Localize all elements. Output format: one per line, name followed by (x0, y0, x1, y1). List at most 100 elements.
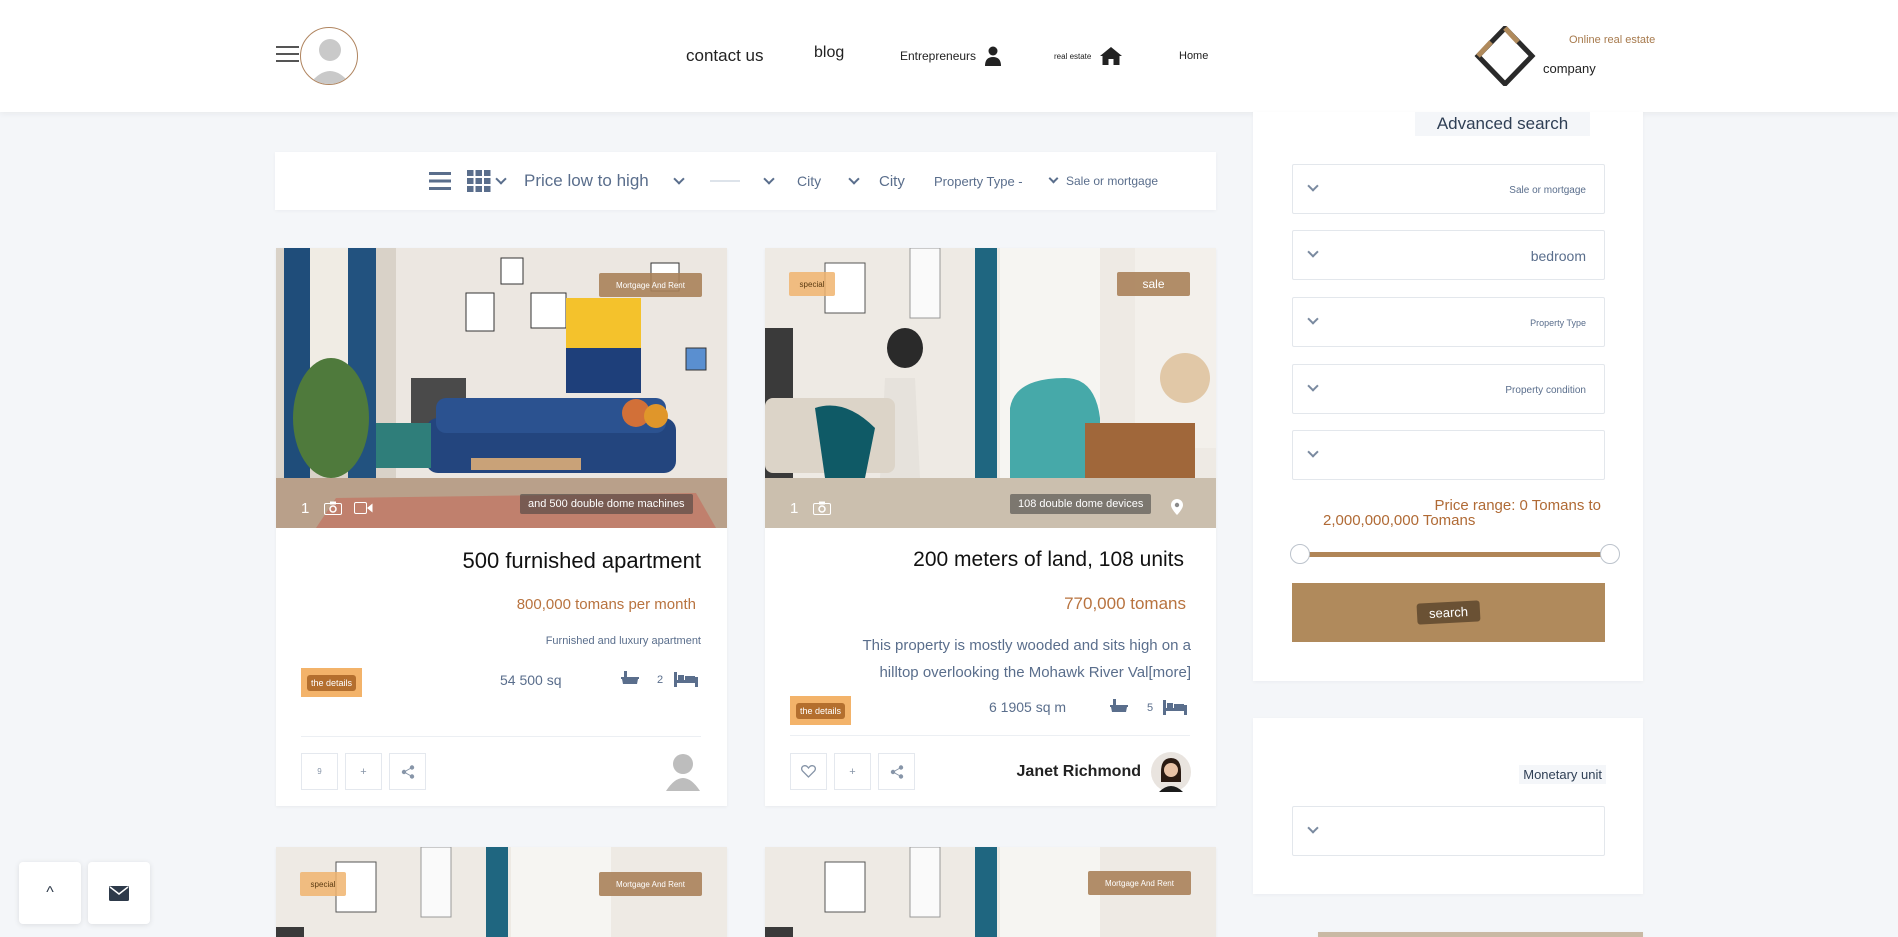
monetary-unit-select[interactable] (1292, 806, 1605, 856)
chevron-down-icon (1307, 180, 1319, 192)
user-icon (985, 46, 1002, 66)
company-logo[interactable] (1474, 24, 1536, 91)
listing-toolbar: Price low to high City City Property Typ… (275, 152, 1216, 210)
extra-filter[interactable] (1292, 430, 1605, 480)
listing-badge: Mortgage And Rent (599, 273, 702, 297)
like-count: 9 (317, 767, 322, 776)
monetary-unit-label: Monetary unit (1519, 765, 1606, 784)
agent-avatar[interactable] (664, 751, 702, 791)
city-select[interactable]: City (797, 152, 821, 210)
share-icon (401, 764, 414, 779)
photo-count: 1 (790, 500, 799, 517)
nav-contact-us[interactable]: contact us (686, 0, 764, 112)
agent-avatar[interactable] (1151, 752, 1191, 792)
listing-card[interactable]: special Mortgage And Rent (276, 847, 727, 937)
listing-photo[interactable]: special sale 1 108 double dome devices (765, 248, 1216, 528)
bed-icon (674, 672, 698, 687)
sale-or-mortgage-filter[interactable]: Sale or mortgage (1292, 164, 1605, 214)
menu-icon[interactable] (276, 46, 299, 63)
city-select-2[interactable]: City (879, 152, 905, 210)
search-button[interactable]: search (1292, 583, 1605, 642)
details-button[interactable]: the details (790, 696, 851, 725)
listing-title[interactable]: 500 furnished apartment (463, 548, 702, 574)
sort-select[interactable]: Price low to high (524, 152, 649, 210)
listing-title[interactable]: 200 meters of land, 108 units (913, 548, 1184, 572)
sale-or-mortgage-select[interactable]: Sale or mortgage (1066, 152, 1158, 210)
bed-icon (1163, 700, 1187, 715)
search-button-label: search (1416, 600, 1481, 625)
like-button[interactable]: 9 (301, 753, 338, 790)
chevron-down-icon (1307, 380, 1319, 392)
list-view-icon[interactable] (429, 152, 451, 210)
photo-overlay: 1 108 double dome devices (765, 488, 1216, 528)
listing-subtitle: Furnished and luxury apartment (545, 635, 701, 647)
nav-entrepreneurs[interactable]: Entrepreneurs (900, 0, 1002, 112)
special-badge: special (300, 872, 346, 896)
share-button[interactable] (878, 753, 915, 790)
listing-photo[interactable]: Mortgage And Rent 1 and 500 double dome … (276, 248, 727, 528)
price-max-handle[interactable] (1600, 544, 1620, 564)
price-min-handle[interactable] (1290, 544, 1310, 564)
photo-count: 1 (301, 500, 310, 517)
listing-badge: sale (1117, 272, 1190, 296)
site-header: contact us blog Entrepreneurs real estat… (0, 0, 1898, 112)
listing-area: 54 500 sq (500, 672, 562, 688)
description-text: This property is mostly wooded and sits … (862, 637, 1192, 681)
envelope-icon (109, 885, 129, 901)
property-type-select[interactable]: Property Type - (934, 152, 1023, 210)
camera-icon[interactable] (813, 501, 831, 515)
compare-button[interactable]: + (345, 753, 382, 790)
email-button[interactable] (88, 862, 150, 924)
bedroom-count: 2 (657, 674, 664, 686)
camera-icon[interactable] (324, 501, 342, 515)
bath-icon (1110, 699, 1128, 712)
chevron-down-icon[interactable] (1048, 152, 1059, 210)
listing-card[interactable]: Mortgage And Rent (765, 847, 1216, 937)
scroll-top-button[interactable]: ^ (19, 862, 81, 924)
listing-price: 800,000 tomans per month (516, 596, 696, 613)
map-pin-icon[interactable] (1171, 499, 1183, 515)
chevron-down-icon (1307, 446, 1319, 458)
photo-overlay: 1 and 500 double dome machines (276, 488, 727, 528)
video-icon[interactable] (354, 502, 373, 514)
details-label: the details (795, 702, 846, 719)
sidebar-image-peek (1318, 932, 1643, 937)
price-range-slider[interactable] (1299, 552, 1610, 557)
listing-area: 6 1905 sq m (989, 699, 1067, 715)
filter-select-blank[interactable] (710, 152, 740, 210)
chevron-down-icon (1307, 246, 1319, 258)
select-label: bedroom (1530, 248, 1586, 264)
advanced-search-title: Advanced search (1415, 112, 1590, 136)
bedroom-filter[interactable]: bedroom (1292, 230, 1605, 280)
property-condition-filter[interactable]: Property condition (1292, 364, 1605, 414)
nav-blog[interactable]: blog (814, 0, 844, 109)
listing-description: This property is mostly wooded and sits … (820, 632, 1192, 686)
details-button[interactable]: the details (301, 668, 362, 697)
listing-card[interactable]: special sale 1 108 double dome devices 2… (765, 248, 1216, 806)
like-button[interactable] (790, 753, 827, 790)
logo-company: company (1543, 61, 1596, 76)
nav-real-estate-label: real estate (1054, 51, 1092, 61)
card-divider (301, 736, 701, 737)
grid-view-icon[interactable] (467, 152, 507, 210)
agent-name[interactable]: Janet Richmond (1017, 763, 1141, 781)
chevron-down-icon (495, 172, 507, 185)
share-button[interactable] (389, 753, 426, 790)
user-avatar[interactable] (300, 27, 358, 85)
home-icon (1100, 47, 1123, 65)
listing-card[interactable]: Mortgage And Rent 1 and 500 double dome … (276, 248, 727, 806)
chevron-down-icon (1307, 822, 1319, 834)
logo-tagline: Online real estate (1569, 34, 1656, 46)
plus-icon: + (360, 765, 367, 778)
chevron-down-icon[interactable] (848, 152, 860, 210)
chevron-down-icon[interactable] (673, 152, 685, 210)
property-type-filter[interactable]: Property Type (1292, 297, 1605, 347)
compare-button[interactable]: + (834, 753, 871, 790)
chevron-down-icon[interactable] (763, 152, 775, 210)
select-label: Property Type (1530, 318, 1586, 328)
nav-real-estate[interactable]: real estate (1054, 0, 1123, 112)
listing-badge: Mortgage And Rent (599, 872, 702, 896)
listing-price: 770,000 tomans (1064, 594, 1186, 613)
nav-home[interactable]: Home (1179, 0, 1208, 112)
more-link[interactable]: [more] (1148, 664, 1191, 681)
